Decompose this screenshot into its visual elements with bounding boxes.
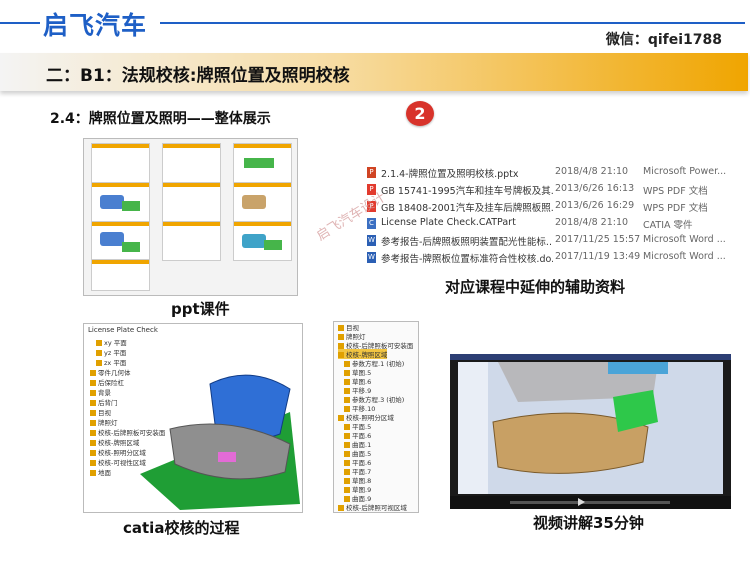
file-date: 2018/4/8 21:10	[555, 166, 629, 177]
file-name: 参考报告-后牌照板照明装置配光性能标...	[381, 237, 553, 248]
slide-thumb-3[interactable]	[233, 143, 292, 183]
file-name: 2.1.4-牌照位置及照明校核.pptx	[381, 169, 519, 180]
tree-item-label: 目视	[98, 409, 111, 417]
slide-thumb-5[interactable]	[162, 182, 221, 222]
header-line-right	[160, 22, 745, 24]
caption-resources: 对应课程中延伸的辅助资料	[445, 278, 626, 296]
slide-thumb-4[interactable]	[91, 182, 150, 222]
brand-logo: 启飞汽车	[43, 11, 148, 40]
tree-item-label: 校核-后牌照可视区域	[346, 504, 407, 512]
slide-thumb-7[interactable]	[91, 221, 150, 261]
caption-catia: catia校核的过程	[123, 519, 240, 537]
slide-thumb-8[interactable]	[162, 221, 221, 261]
tree-item[interactable]: 后背门	[90, 397, 118, 407]
tree-item-label: 校核-照明分区域	[98, 449, 146, 457]
ppt-slide-sorter	[83, 138, 298, 296]
file-name: License Plate Check.CATPart	[381, 217, 516, 228]
tree-item-label: 地面	[98, 469, 111, 477]
file-name: 参考报告-牌照板位置标准符合性校核.do...	[381, 254, 553, 265]
tree-root[interactable]: License Plate Check	[88, 326, 158, 334]
number-badge: 2	[406, 101, 434, 126]
tree-item[interactable]: 地面	[90, 467, 111, 477]
file-row[interactable]: P GB 15741-1995汽车和挂车号牌板及其... 2013/6/26 1…	[365, 181, 727, 198]
plate-zone	[218, 452, 236, 462]
tree-item[interactable]: 牌照灯	[90, 417, 118, 427]
wechat-contact: 微信：qifei1788	[605, 32, 722, 48]
video-controls[interactable]	[450, 496, 731, 509]
catia-3d-viewport[interactable]	[140, 354, 300, 510]
file-name: GB 15741-1995汽车和挂车号牌板及其...	[381, 186, 553, 197]
tree-item[interactable]: 校核-照明分区域	[90, 447, 146, 457]
file-row[interactable]: C License Plate Check.CATPart 2018/4/8 2…	[365, 215, 727, 232]
file-date: 2017/11/19 13:49	[555, 251, 641, 262]
file-date: 2013/6/26 16:29	[555, 200, 635, 211]
file-name: GB 18408-2001汽车及挂车后牌照板照...	[381, 203, 553, 214]
slide-thumb-2[interactable]	[162, 143, 221, 183]
tree-item[interactable]: 背景	[90, 387, 111, 397]
file-type: Microsoft Word ...	[643, 234, 726, 245]
file-type: WPS PDF 文档	[643, 186, 708, 197]
slide-thumb-6[interactable]	[233, 182, 292, 222]
tree-item-label: 校核-可视性区域	[98, 459, 146, 467]
tree-item[interactable]: yz 平面	[96, 347, 126, 357]
tree-item-label: 后保险杠	[98, 379, 124, 387]
file-type: Microsoft Power...	[643, 166, 727, 177]
tree-item-label: 后背门	[98, 399, 118, 407]
file-date: 2017/11/25 15:57	[555, 234, 641, 245]
tree-item-label: 牌照灯	[98, 419, 118, 427]
file-row[interactable]: P 2.1.4-牌照位置及照明校核.pptx 2018/4/8 21:10 Mi…	[365, 164, 727, 181]
file-date: 2018/4/8 21:10	[555, 217, 629, 228]
video-frame	[458, 362, 723, 494]
file-date: 2013/6/26 16:13	[555, 183, 635, 194]
tree-item[interactable]: xy 平面	[96, 337, 127, 347]
tree-item-label: 零件几何体	[98, 369, 131, 377]
word-icon: W	[367, 252, 376, 263]
slide-thumb-1[interactable]	[91, 143, 150, 183]
tree-item[interactable]: 后保险杠	[90, 377, 124, 387]
catia-screenshot: License Plate Check xy 平面 yz 平面 zx 平面 零件…	[83, 323, 303, 513]
file-type: CATIA 零件	[643, 220, 693, 231]
tree-item[interactable]: 目视	[90, 407, 111, 417]
slide-thumb-9[interactable]	[233, 221, 292, 261]
slide-thumb-10[interactable]	[91, 259, 150, 291]
tree-item-label: zx 平面	[104, 359, 127, 367]
file-type: WPS PDF 文档	[643, 203, 708, 214]
play-button-icon[interactable]	[578, 498, 585, 506]
file-row[interactable]: P GB 18408-2001汽车及挂车后牌照板照... 2013/6/26 1…	[365, 198, 727, 215]
header-line-left	[0, 22, 40, 24]
ppt-icon: P	[367, 167, 376, 178]
file-row[interactable]: W 参考报告-后牌照板照明装置配光性能标... 2017/11/25 15:57…	[365, 232, 727, 249]
word-icon: W	[367, 235, 376, 246]
tree-item[interactable]: 零件几何体	[90, 367, 131, 377]
tree-item-label: xy 平面	[104, 339, 127, 347]
file-row[interactable]: W 参考报告-牌照板位置标准符合性校核.do... 2017/11/19 13:…	[365, 249, 727, 266]
catia-tree-screenshot: 目视 牌照灯 校核-后牌照板可安装面 校核-牌照区域 参数方程.1 (初始) 草…	[333, 321, 419, 513]
tree2-item[interactable]: 校核-后牌照可视区域	[338, 502, 407, 512]
file-type: Microsoft Word ...	[643, 251, 726, 262]
tree-item[interactable]: 校核-牌照区域	[90, 437, 139, 447]
video-player[interactable]	[450, 354, 731, 509]
banner-title: 二：B1：法规校核:牌照位置及照明校核	[46, 66, 350, 86]
video-progress-bar[interactable]	[510, 501, 670, 504]
section-title: 2.4：牌照位置及照明——整体展示	[50, 111, 271, 127]
catpart-icon: C	[367, 218, 376, 229]
tree-item[interactable]: 校核-可视性区域	[90, 457, 146, 467]
tree-item[interactable]: zx 平面	[96, 357, 126, 367]
caption-video: 视频讲解35分钟	[533, 514, 644, 532]
caption-ppt: ppt课件	[171, 300, 230, 318]
video-titlebar	[450, 354, 731, 360]
tree-item-label: 校核-牌照区域	[98, 439, 140, 447]
tree-item-label: yz 平面	[104, 349, 127, 357]
tree-item-label: 背景	[98, 389, 111, 397]
file-list: P 2.1.4-牌照位置及照明校核.pptx 2018/4/8 21:10 Mi…	[365, 164, 727, 268]
